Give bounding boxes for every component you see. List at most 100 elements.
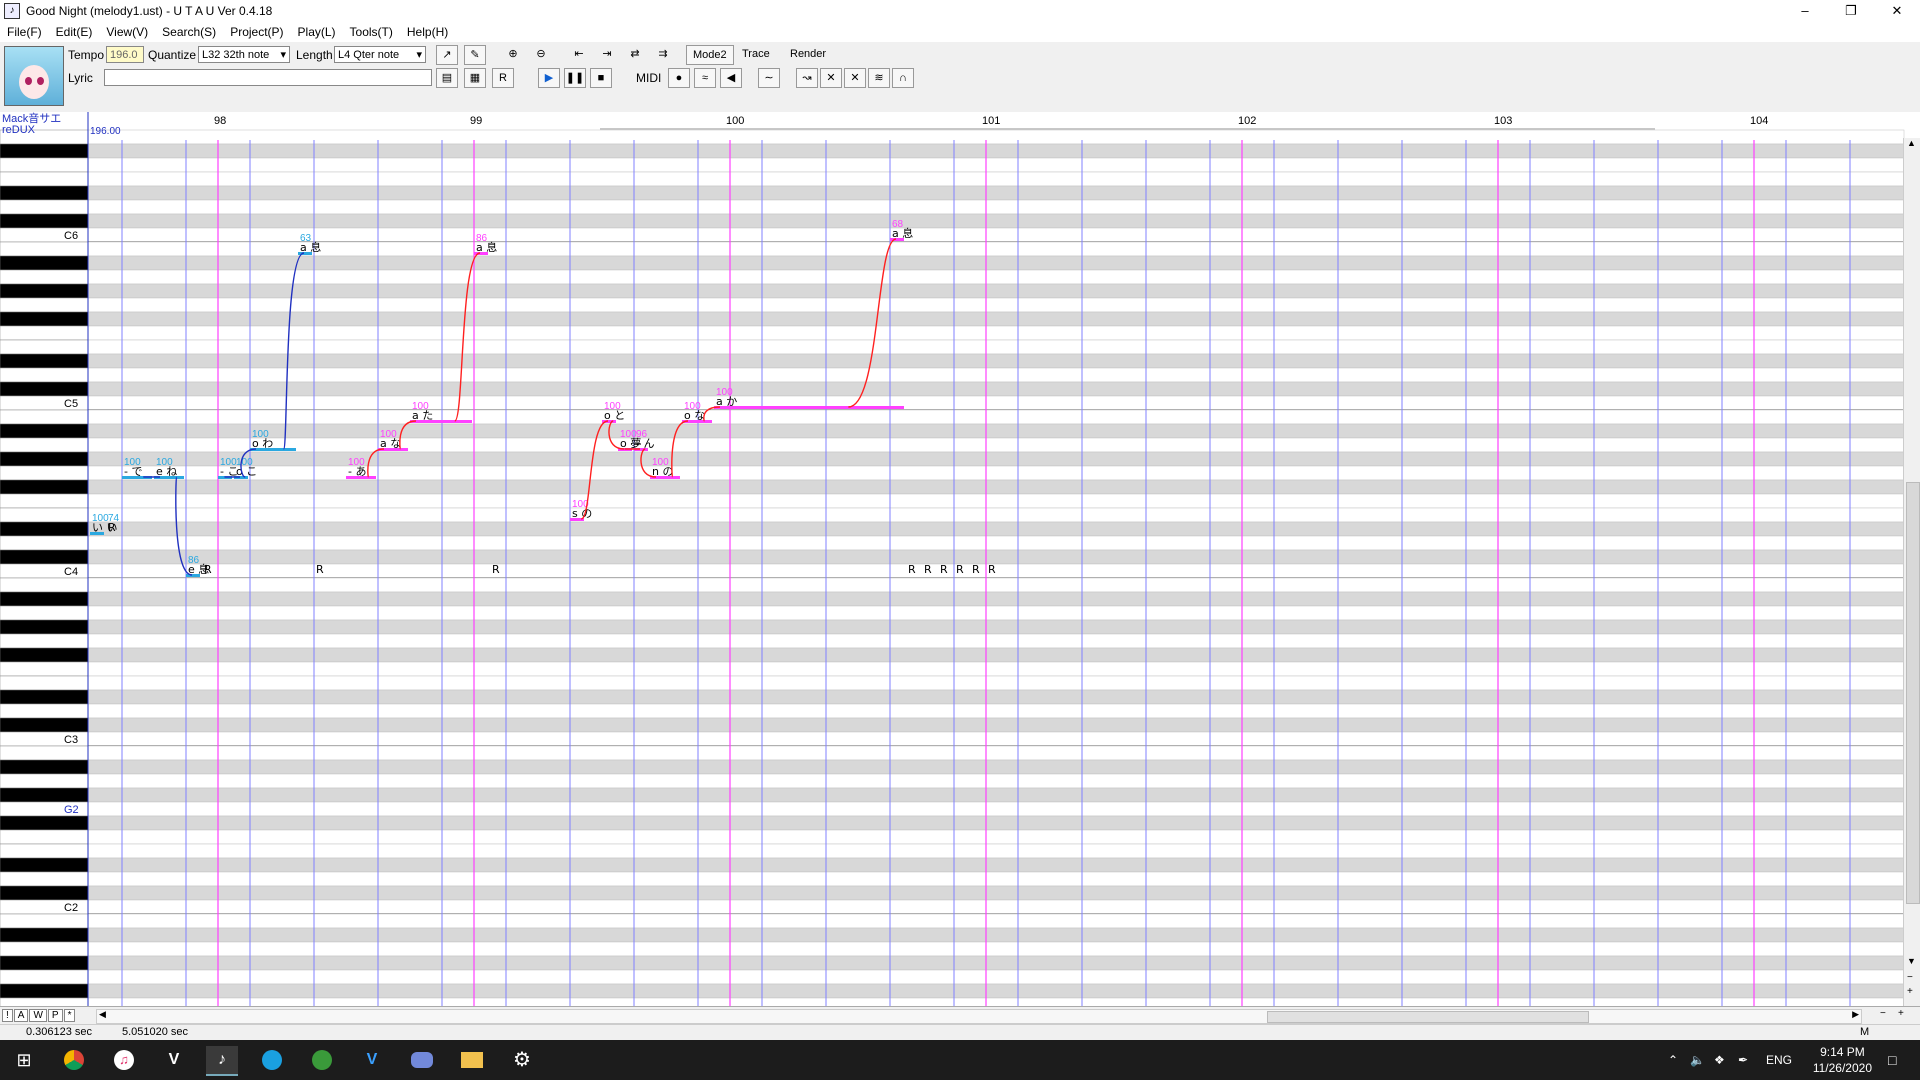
mode-button-star[interactable]: *	[63, 1009, 76, 1022]
piano-key[interactable]	[0, 969, 89, 985]
voicebank-avatar[interactable]	[4, 46, 64, 106]
tempo-input[interactable]: 196.0	[106, 46, 144, 63]
chrome-icon[interactable]	[58, 1046, 90, 1074]
utau-taskbar-icon[interactable]: ♪	[206, 1046, 238, 1076]
piano-key[interactable]	[0, 255, 89, 271]
piano-key[interactable]	[0, 157, 89, 173]
piano-key[interactable]	[0, 745, 89, 761]
piano-key[interactable]	[0, 199, 89, 215]
clock[interactable]: 9:14 PM 11/26/2020	[1813, 1044, 1872, 1076]
note-lyric[interactable]: R	[204, 563, 212, 576]
language-indicator[interactable]: ENG	[1766, 1040, 1792, 1080]
next-note-button[interactable]: ⇉	[652, 45, 674, 65]
piano-key[interactable]	[0, 241, 89, 257]
zoom-in-vertical-icon[interactable]: +	[1907, 986, 1913, 997]
horizontal-scroll-thumb[interactable]	[1267, 1011, 1589, 1023]
piano-key[interactable]	[0, 381, 89, 397]
vegas-icon[interactable]: V	[356, 1046, 388, 1074]
zoom-out-vertical-icon[interactable]: −	[1907, 972, 1913, 983]
portamento-button[interactable]: ∼	[758, 68, 780, 88]
scroll-down-icon[interactable]: ▼	[1907, 956, 1916, 966]
piano-key[interactable]	[0, 311, 89, 327]
piano-key[interactable]	[0, 269, 89, 285]
itunes-icon[interactable]: ♫	[108, 1046, 140, 1074]
note-lyric[interactable]: R	[972, 563, 980, 576]
piano-key[interactable]	[0, 871, 89, 887]
piano-key[interactable]	[0, 577, 89, 593]
menu-search[interactable]: Search(S)	[155, 25, 223, 39]
note-lyric[interactable]: R	[956, 563, 964, 576]
rest-button[interactable]: R	[492, 68, 514, 88]
piano-key[interactable]	[0, 633, 89, 649]
mode-button-p[interactable]: P	[47, 1009, 63, 1022]
note-lyric[interactable]: R	[988, 563, 996, 576]
piano-key[interactable]	[0, 829, 89, 845]
play-button[interactable]: ▶	[538, 68, 560, 88]
scroll-up-icon[interactable]: ▲	[1907, 138, 1916, 148]
pitch-tool-2-button[interactable]: ✕	[820, 68, 842, 88]
minimize-button[interactable]: –	[1782, 0, 1828, 22]
menu-file[interactable]: File(F)	[0, 25, 49, 39]
metronome-button[interactable]: ≈	[694, 68, 716, 88]
envelope-button[interactable]: ∩	[892, 68, 914, 88]
green-app-icon[interactable]	[306, 1046, 338, 1074]
piano-key[interactable]	[0, 213, 89, 229]
piano-key[interactable]	[0, 661, 89, 677]
piano-key[interactable]	[0, 143, 89, 159]
mode-button-w[interactable]: W	[29, 1009, 47, 1022]
piano-key[interactable]	[0, 955, 89, 971]
pitch-tool-1-button[interactable]: ↝	[796, 68, 818, 88]
note-lyric[interactable]: R	[924, 563, 932, 576]
lyric-input[interactable]	[104, 69, 432, 86]
piano-roll[interactable]: 98 99 100 101 102 103 104 Mack音サエ reDUX 196.00 C6 C…	[0, 111, 1920, 1013]
stop-button[interactable]: ■	[590, 68, 612, 88]
note-lyric[interactable]: R	[492, 563, 500, 576]
quantize-select[interactable]: L32 32th note ▾	[198, 46, 290, 63]
piano-key[interactable]	[0, 857, 89, 873]
piano-key[interactable]	[0, 591, 89, 607]
close-button[interactable]: ✕	[1874, 0, 1920, 22]
notification-icon[interactable]: □	[1888, 1040, 1896, 1080]
piano-key[interactable]	[0, 941, 89, 957]
piano-key[interactable]	[0, 535, 89, 551]
piano-key[interactable]	[0, 297, 89, 313]
note-lyric[interactable]: R	[940, 563, 948, 576]
lyric-insert-button[interactable]: ▤	[436, 68, 458, 88]
piano-key[interactable]	[0, 703, 89, 719]
pause-button[interactable]: ❚❚	[564, 68, 586, 88]
pointer-tool-button[interactable]: ↗	[436, 45, 458, 65]
piano-key[interactable]	[0, 815, 89, 831]
piano-roll-svg[interactable]: 98 99 100 101 102 103 104Mack音サエreDUX 196.00C6C…	[0, 111, 1920, 1013]
menu-play[interactable]: Play(L)	[291, 25, 343, 39]
mode-button-a[interactable]: A	[13, 1009, 29, 1022]
menu-project[interactable]: Project(P)	[223, 25, 290, 39]
piano-key[interactable]	[0, 339, 89, 355]
windows-start-icon[interactable]: ⊞	[8, 1046, 40, 1074]
note-lyric[interactable]: R	[316, 563, 324, 576]
piano-key[interactable]	[0, 521, 89, 537]
record-button[interactable]: ●	[668, 68, 690, 88]
piano-key[interactable]	[0, 493, 89, 509]
piano-key[interactable]	[0, 465, 89, 481]
dropbox-icon[interactable]: ❖	[1714, 1040, 1725, 1080]
horizontal-scrollbar[interactable]: ◀ ▶	[96, 1009, 1862, 1024]
file-explorer-icon[interactable]	[456, 1046, 488, 1074]
piano-key[interactable]	[0, 353, 89, 369]
menu-edit[interactable]: Edit(E)	[49, 25, 100, 39]
vertical-scroll-thumb[interactable]	[1906, 482, 1920, 904]
piano-key[interactable]	[0, 479, 89, 495]
app-circle-icon[interactable]	[256, 1046, 288, 1074]
menu-view[interactable]: View(V)	[99, 25, 155, 39]
vivaldi-icon[interactable]: V	[158, 1046, 190, 1074]
piano-key[interactable]	[0, 437, 89, 453]
piano-key[interactable]	[0, 367, 89, 383]
mode2-button[interactable]: Mode2	[686, 45, 734, 65]
piano-key[interactable]	[0, 605, 89, 621]
scroll-right-icon[interactable]: ▶	[1852, 1009, 1859, 1020]
scroll-left-icon[interactable]: ◀	[99, 1009, 106, 1020]
menu-tools[interactable]: Tools(T)	[343, 25, 400, 39]
piano-key[interactable]	[0, 619, 89, 635]
piano-key[interactable]	[0, 787, 89, 803]
piano-key[interactable]	[0, 675, 89, 691]
vertical-scrollbar[interactable]: ▲ ▼ − +	[1903, 138, 1920, 1006]
